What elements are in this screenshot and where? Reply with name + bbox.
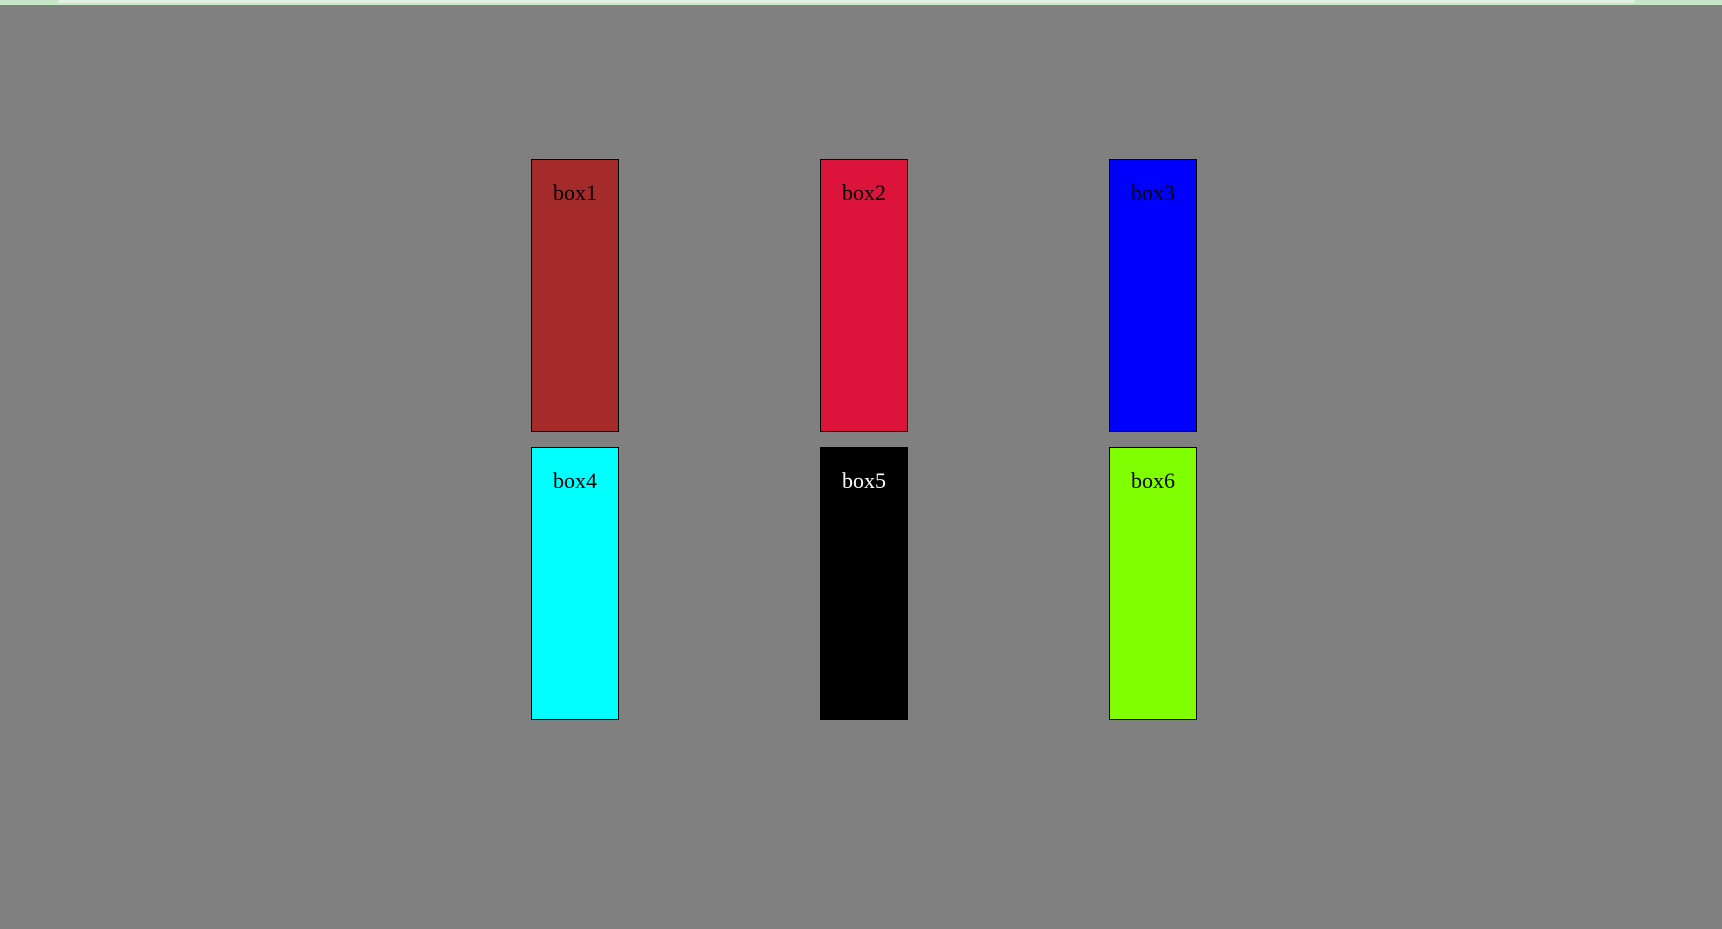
- top-strip: [0, 0, 1722, 5]
- box-2-label: box2: [842, 180, 886, 205]
- box-4-label: box4: [553, 468, 597, 493]
- box-2: box2: [820, 159, 908, 432]
- box-6-label: box6: [1131, 468, 1175, 493]
- box-3: box3: [1109, 159, 1197, 432]
- box-5: box5: [820, 447, 908, 720]
- box-1-label: box1: [553, 180, 597, 205]
- box-3-label: box3: [1131, 180, 1175, 205]
- top-strip-highlight: [58, 0, 1634, 3]
- box-6: box6: [1109, 447, 1197, 720]
- box-grid: box1 box2 box3 box4 box5 box6: [531, 159, 1200, 723]
- box-1: box1: [531, 159, 619, 432]
- box-4: box4: [531, 447, 619, 720]
- box-5-label: box5: [842, 468, 886, 493]
